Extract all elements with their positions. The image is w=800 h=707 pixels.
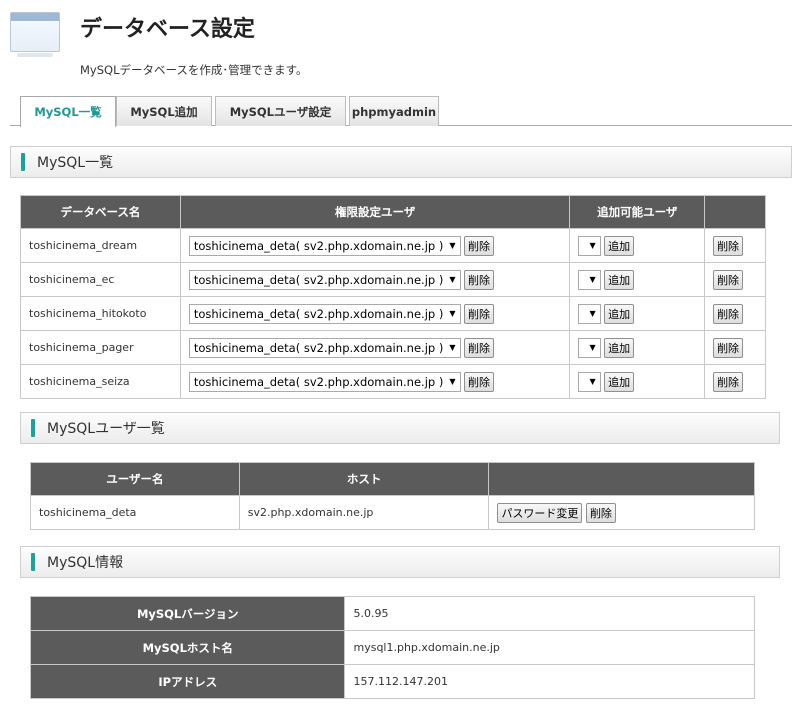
section-title: MySQLユーザ一覧 [47,421,165,437]
dropdown-arrow-icon: ▼ [589,377,596,386]
privileged-user-select[interactable]: toshicinema_deta( sv2.php.xdomain.ne.jp … [188,337,461,358]
addable-user-select[interactable]: ▼ [578,269,601,290]
db-name: toshicinema_dream [20,228,181,263]
change-password-button[interactable]: パスワード変更 [497,502,583,523]
add-user-button[interactable]: 追加 [604,303,635,324]
section-title: MySQL情報 [47,555,124,571]
section-header-mysql-info: MySQL情報 [20,546,780,578]
user-table: ユーザー名 ホスト toshicinema_deta sv2.php.xdoma… [30,462,755,530]
table-row: toshicinema_deta sv2.php.xdomain.ne.jp パ… [30,495,755,530]
tab-mysql-user-settings[interactable]: MySQLユーザ設定 [215,96,346,126]
dropdown-arrow-icon: ▼ [449,343,456,352]
addable-user-select[interactable]: ▼ [578,371,601,392]
remove-user-button[interactable]: 削除 [464,371,494,392]
db-name: toshicinema_seiza [20,364,181,399]
dropdown-arrow-icon: ▼ [449,241,456,250]
addable-user-select[interactable]: ▼ [578,337,601,358]
addable-user-select[interactable]: ▼ [578,303,601,324]
column-header-privileged-user: 権限設定ユーザ [179,195,571,229]
info-label-version: MySQLバージョン [29,596,346,631]
info-value-version: 5.0.95 [344,596,755,631]
user-name: toshicinema_deta [30,495,240,530]
db-name: toshicinema_ec [20,262,181,297]
add-user-button[interactable]: 追加 [604,337,635,358]
column-header-addable-user: 追加可能ユーザ [569,195,706,229]
page-description: MySQLデータベースを作成･管理できます。 [80,63,308,77]
section-marker [31,553,35,571]
table-row: toshicinema_hitokoto toshicinema_deta( s… [20,296,766,331]
table-row: toshicinema_ec toshicinema_deta( sv2.php… [20,262,766,297]
remove-user-button[interactable]: 削除 [464,235,494,256]
remove-user-button[interactable]: 削除 [464,337,494,358]
mysql-info-table: MySQLバージョン 5.0.95 MySQLホスト名 mysql1.php.x… [29,596,755,699]
tab-mysql-add[interactable]: MySQL追加 [116,96,212,126]
dropdown-arrow-icon: ▼ [589,241,596,250]
db-name: toshicinema_hitokoto [20,296,181,331]
tab-bar: MySQL一覧 MySQL追加 MySQLユーザ設定 phpmyadmin [10,92,792,127]
delete-database-button[interactable]: 削除 [713,269,744,290]
privileged-user-select[interactable]: toshicinema_deta( sv2.php.xdomain.ne.jp … [188,303,461,324]
page-title: データベース設定 [80,17,255,42]
privileged-user-select[interactable]: toshicinema_deta( sv2.php.xdomain.ne.jp … [188,235,461,256]
table-row: toshicinema_seiza toshicinema_deta( sv2.… [20,364,766,399]
add-user-button[interactable]: 追加 [604,269,635,290]
tab-mysql-list[interactable]: MySQL一覧 [20,96,116,127]
add-user-button[interactable]: 追加 [604,235,635,256]
privileged-user-select[interactable]: toshicinema_deta( sv2.php.xdomain.ne.jp … [188,371,461,392]
privileged-user-select[interactable]: toshicinema_deta( sv2.php.xdomain.ne.jp … [188,269,461,290]
section-title: MySQL一覧 [37,155,114,171]
table-row: toshicinema_dream toshicinema_deta( sv2.… [20,228,766,263]
dropdown-arrow-icon: ▼ [589,275,596,284]
table-row: MySQLホスト名 mysql1.php.xdomain.ne.jp [29,630,755,665]
section-header-mysql-user-list: MySQLユーザ一覧 [20,412,780,444]
section-marker [31,419,35,437]
dropdown-arrow-icon: ▼ [589,309,596,318]
dropdown-arrow-icon: ▼ [449,309,456,318]
column-header-db-name: データベース名 [20,195,181,229]
delete-database-button[interactable]: 削除 [713,371,744,392]
column-header-actions [704,195,766,229]
info-label-ip: IPアドレス [29,664,346,699]
dropdown-arrow-icon: ▼ [589,343,596,352]
tab-phpmyadmin[interactable]: phpmyadmin [349,96,439,126]
user-host: sv2.php.xdomain.ne.jp [238,495,490,530]
delete-database-button[interactable]: 削除 [713,235,744,256]
db-name: toshicinema_pager [20,330,181,365]
database-table: データベース名 権限設定ユーザ 追加可能ユーザ toshicinema_drea… [20,195,766,399]
delete-user-button[interactable]: 削除 [585,502,616,523]
addable-user-select[interactable]: ▼ [578,235,601,256]
section-marker [21,153,25,171]
column-header-actions [488,462,755,496]
delete-database-button[interactable]: 削除 [713,337,744,358]
database-settings-icon [10,12,60,57]
info-value-ip: 157.112.147.201 [344,664,755,699]
table-row: IPアドレス 157.112.147.201 [29,664,755,699]
info-value-host: mysql1.php.xdomain.ne.jp [344,630,755,665]
remove-user-button[interactable]: 削除 [464,269,494,290]
table-row: MySQLバージョン 5.0.95 [29,596,755,631]
add-user-button[interactable]: 追加 [604,371,635,392]
delete-database-button[interactable]: 削除 [713,303,744,324]
column-header-user-name: ユーザー名 [30,462,240,496]
table-row: toshicinema_pager toshicinema_deta( sv2.… [20,330,766,365]
section-header-mysql-list: MySQL一覧 [10,146,792,178]
info-label-host: MySQLホスト名 [29,630,346,665]
dropdown-arrow-icon: ▼ [449,377,456,386]
dropdown-arrow-icon: ▼ [449,275,456,284]
column-header-host: ホスト [238,462,490,496]
remove-user-button[interactable]: 削除 [464,303,494,324]
